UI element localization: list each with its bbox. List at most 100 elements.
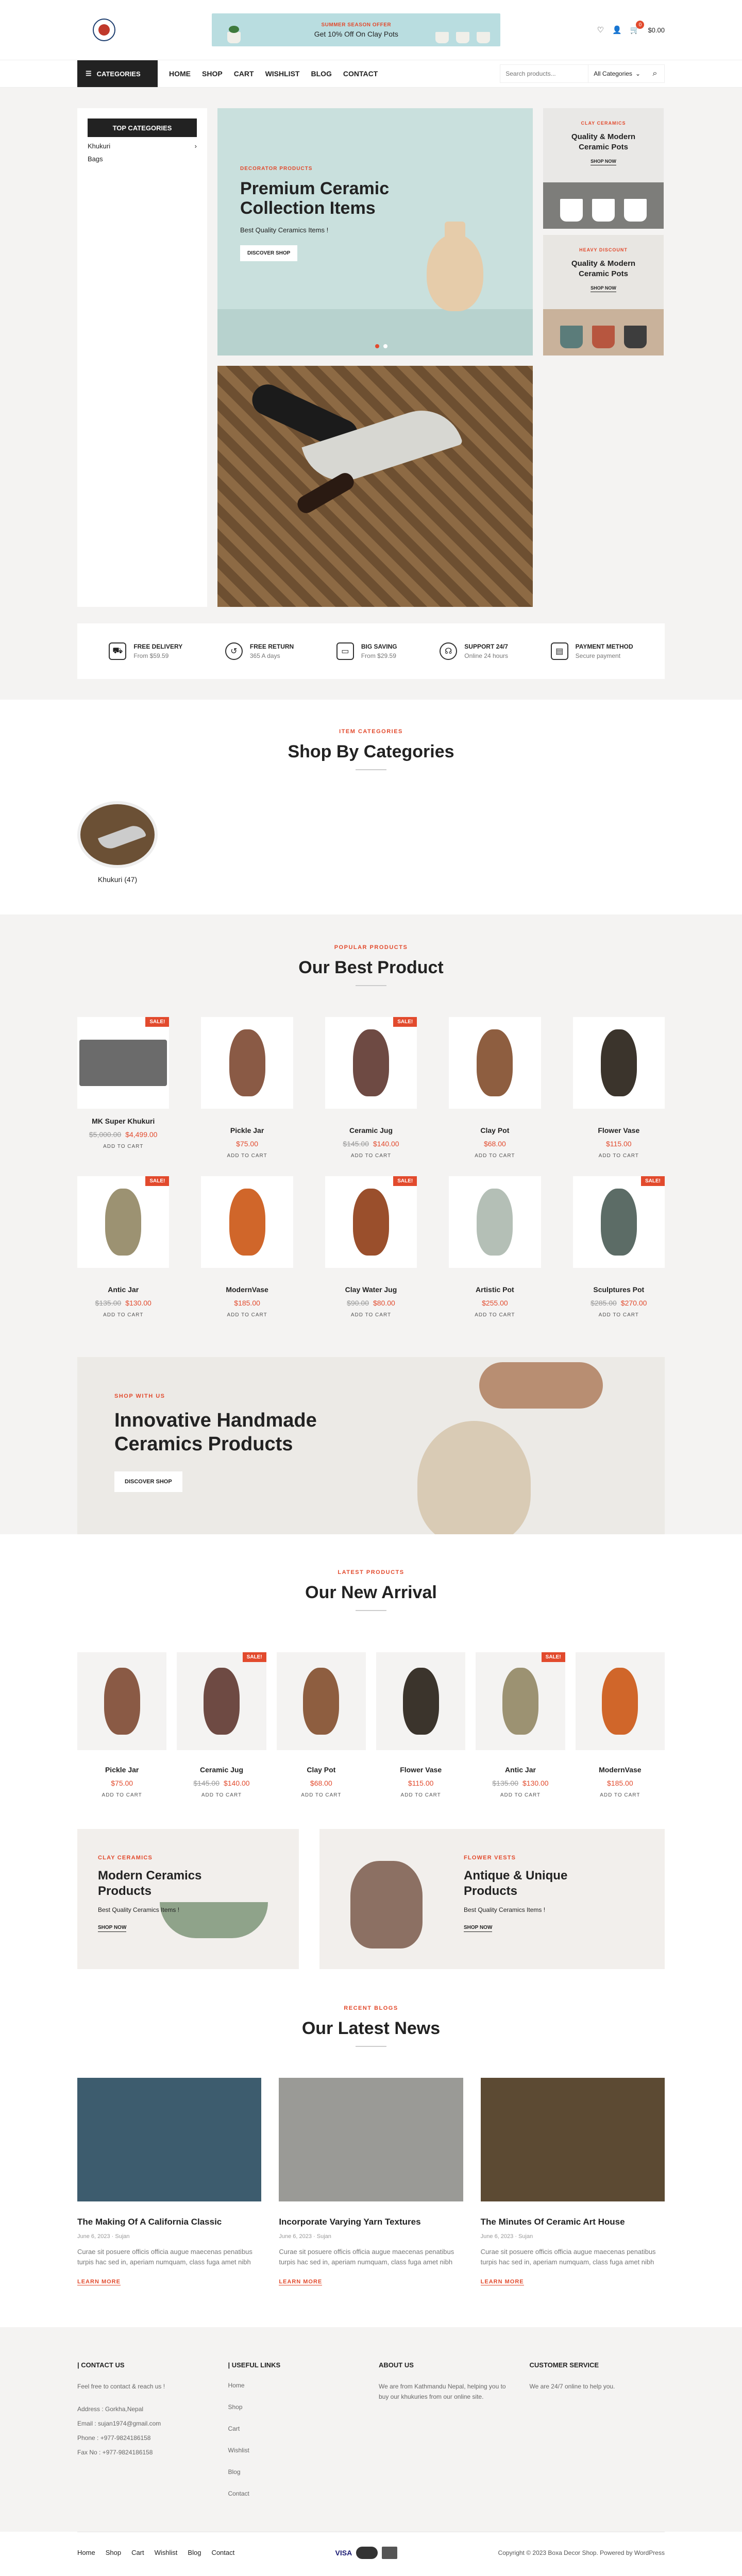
- product-image[interactable]: [449, 1017, 541, 1109]
- learn-more-link[interactable]: LEARN MORE: [480, 2279, 524, 2285]
- promo-banner-ceramics[interactable]: CLAY CERAMICS Modern Ceramics Products B…: [77, 1829, 299, 1969]
- add-to-cart-button[interactable]: ADD TO CART: [449, 1312, 541, 1318]
- add-to-cart-button[interactable]: ADD TO CART: [449, 1153, 541, 1159]
- contact-line[interactable]: Email : sujan1974@gmail.com: [77, 2418, 213, 2429]
- blog-title[interactable]: Incorporate Varying Yarn Textures: [279, 2217, 463, 2227]
- slider-dot[interactable]: [383, 344, 387, 348]
- product-image[interactable]: SALE!: [572, 1176, 665, 1268]
- category-khukuri-label[interactable]: Khukuri (47): [77, 875, 158, 884]
- user-icon[interactable]: 👤: [612, 25, 622, 35]
- footer-link-contact[interactable]: Contact: [228, 2488, 364, 2499]
- product-name[interactable]: MK Super Khukuri: [77, 1117, 169, 1125]
- bottom-link-cart[interactable]: Cart: [131, 2549, 144, 2556]
- product-name[interactable]: Ceramic Jug: [177, 1766, 266, 1774]
- product-card[interactable]: Artistic Pot $255.00 ADD TO CART: [449, 1176, 541, 1318]
- side-promo-card[interactable]: HEAVY DISCOUNT Quality & Modern Ceramic …: [543, 235, 664, 355]
- sidebar-item-khukuri[interactable]: Khukuri ›: [88, 137, 197, 150]
- add-to-cart-button[interactable]: ADD TO CART: [325, 1153, 417, 1159]
- product-image[interactable]: SALE!: [325, 1017, 417, 1109]
- category-khukuri-image[interactable]: [77, 801, 158, 868]
- product-card[interactable]: Flower Vase $115.00 ADD TO CART: [376, 1652, 466, 1798]
- blog-image[interactable]: [77, 2078, 262, 2201]
- search-button[interactable]: ⌕: [646, 65, 664, 82]
- product-image[interactable]: [376, 1652, 466, 1750]
- product-name[interactable]: Clay Pot: [277, 1766, 366, 1774]
- nav-cart[interactable]: CART: [234, 70, 254, 78]
- footer-link-wishlist[interactable]: Wishlist: [228, 2445, 364, 2455]
- product-name[interactable]: Antic Jar: [77, 1285, 169, 1294]
- product-name[interactable]: ModernVase: [201, 1285, 293, 1294]
- learn-more-link[interactable]: LEARN MORE: [77, 2279, 121, 2285]
- footer-link-home[interactable]: Home: [228, 2380, 364, 2391]
- discover-shop-button[interactable]: DISCOVER SHOP: [240, 245, 298, 261]
- product-name[interactable]: Clay Water Jug: [325, 1285, 417, 1294]
- sidebar-item-bags[interactable]: Bags: [88, 150, 197, 163]
- product-image[interactable]: SALE!: [476, 1652, 565, 1750]
- slider-dot[interactable]: [375, 344, 379, 348]
- product-card[interactable]: Clay Pot $68.00 ADD TO CART: [449, 1017, 541, 1159]
- add-to-cart-button[interactable]: ADD TO CART: [573, 1153, 665, 1159]
- product-image[interactable]: SALE!: [77, 1017, 170, 1109]
- add-to-cart-button[interactable]: ADD TO CART: [77, 1144, 169, 1149]
- bottom-link-shop[interactable]: Shop: [106, 2549, 121, 2556]
- shop-now-link[interactable]: SHOP NOW: [464, 1925, 493, 1932]
- product-name[interactable]: Pickle Jar: [77, 1766, 166, 1774]
- footer-link-cart[interactable]: Cart: [228, 2424, 364, 2434]
- product-image[interactable]: [77, 1652, 167, 1750]
- add-to-cart-button[interactable]: ADD TO CART: [376, 1792, 465, 1798]
- add-to-cart-button[interactable]: ADD TO CART: [201, 1153, 293, 1159]
- product-image[interactable]: [575, 1652, 665, 1750]
- product-name[interactable]: ModernVase: [576, 1766, 665, 1774]
- product-image[interactable]: SALE!: [177, 1652, 266, 1750]
- footer-link-blog[interactable]: Blog: [228, 2467, 364, 2477]
- promo-banner-antique[interactable]: FLOWER VESTS Antique & Unique Products B…: [319, 1829, 665, 1969]
- product-card[interactable]: SALE! Ceramic Jug $145.00 $140.00 ADD TO CAR…: [177, 1652, 266, 1798]
- blog-image[interactable]: [480, 2078, 665, 2201]
- blog-title[interactable]: The Making Of A California Classic: [77, 2217, 261, 2227]
- product-card[interactable]: ModernVase $185.00 ADD TO CART: [575, 1652, 665, 1798]
- add-to-cart-button[interactable]: ADD TO CART: [177, 1792, 266, 1798]
- bottom-link-wishlist[interactable]: Wishlist: [155, 2549, 178, 2556]
- product-image[interactable]: [201, 1017, 293, 1109]
- learn-more-link[interactable]: LEARN MORE: [279, 2279, 323, 2285]
- nav-blog[interactable]: BLOG: [311, 70, 331, 78]
- top-promo-banner[interactable]: SUMMER SEASON OFFER Get 10% Off On Clay …: [212, 13, 501, 46]
- product-name[interactable]: Flower Vase: [573, 1126, 665, 1134]
- product-name[interactable]: Artistic Pot: [449, 1285, 541, 1294]
- product-name[interactable]: Antic Jar: [476, 1766, 565, 1774]
- product-name[interactable]: Pickle Jar: [201, 1126, 293, 1134]
- site-logo[interactable]: [93, 19, 115, 41]
- product-card[interactable]: SALE! MK Super Khukuri $5,000.00 $4,499.00 A…: [77, 1017, 170, 1159]
- product-image[interactable]: [201, 1176, 293, 1268]
- cart-icon[interactable]: 🛒 0: [630, 21, 645, 35]
- blog-image[interactable]: [279, 2078, 463, 2201]
- product-card[interactable]: Pickle Jar $75.00 ADD TO CART: [77, 1652, 167, 1798]
- categories-button[interactable]: ☰ CATEGORIES: [77, 60, 158, 87]
- add-to-cart-button[interactable]: ADD TO CART: [476, 1792, 565, 1798]
- product-image[interactable]: SALE!: [77, 1176, 170, 1268]
- discover-shop-button[interactable]: DISCOVER SHOP: [114, 1471, 182, 1492]
- add-to-cart-button[interactable]: ADD TO CART: [201, 1312, 293, 1318]
- heart-icon[interactable]: ♡: [597, 25, 604, 35]
- bottom-link-contact[interactable]: Contact: [211, 2549, 234, 2556]
- add-to-cart-button[interactable]: ADD TO CART: [77, 1792, 166, 1798]
- product-image[interactable]: [276, 1652, 366, 1750]
- product-name[interactable]: Flower Vase: [376, 1766, 465, 1774]
- product-name[interactable]: Sculptures Pot: [573, 1285, 665, 1294]
- product-card[interactable]: SALE! Clay Water Jug $90.00 $80.00 ADD TO CA…: [325, 1176, 417, 1318]
- product-card[interactable]: Clay Pot $68.00 ADD TO CART: [276, 1652, 366, 1798]
- nav-wishlist[interactable]: WISHLIST: [265, 70, 300, 78]
- product-image[interactable]: [572, 1017, 665, 1109]
- shop-now-link[interactable]: SHOP NOW: [591, 159, 616, 165]
- product-card[interactable]: SALE! Sculptures Pot $285.00 $270.00 ADD TO …: [572, 1176, 665, 1318]
- product-card[interactable]: SALE! Antic Jar $135.00 $130.00 ADD TO CART: [77, 1176, 170, 1318]
- product-card[interactable]: Pickle Jar $75.00 ADD TO CART: [201, 1017, 293, 1159]
- side-promo-card[interactable]: CLAY CERAMICS Quality & Modern Ceramic P…: [543, 108, 664, 229]
- add-to-cart-button[interactable]: ADD TO CART: [573, 1312, 665, 1318]
- product-card[interactable]: SALE! Ceramic Jug $145.00 $140.00 ADD TO CAR…: [325, 1017, 417, 1159]
- product-card[interactable]: SALE! Antic Jar $135.00 $130.00 ADD TO CART: [476, 1652, 565, 1798]
- category-select[interactable]: All Categories ⌄: [588, 65, 646, 82]
- product-image[interactable]: SALE!: [325, 1176, 417, 1268]
- add-to-cart-button[interactable]: ADD TO CART: [77, 1312, 169, 1318]
- nav-shop[interactable]: SHOP: [202, 70, 223, 78]
